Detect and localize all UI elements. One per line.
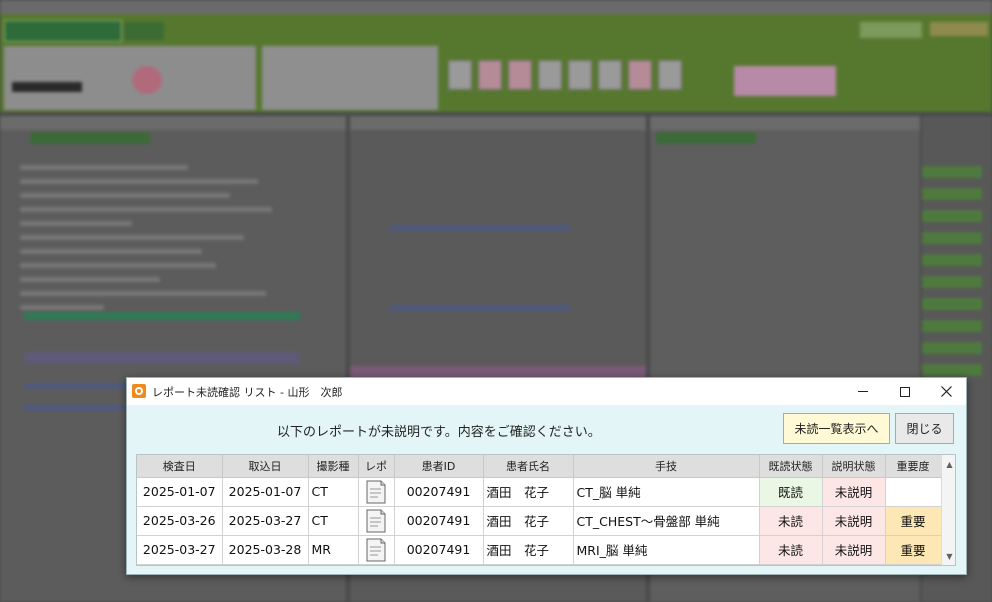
procedure-cell: CT_CHEST〜骨盤部 単純 [573,506,760,536]
scroll-up-icon[interactable]: ▲ [942,457,955,472]
bg-link-line [390,226,570,230]
bg-panel-header [0,116,346,130]
column-header[interactable]: 説明状態 [822,455,886,478]
bg-header-button [930,22,988,36]
bg-staff-icon [478,60,502,90]
read-status-cell: 未読 [759,506,823,536]
bg-alert-box [734,66,836,96]
report-cell[interactable] [358,535,395,565]
column-header[interactable]: レポ [358,455,395,478]
bg-memo-card [262,46,438,110]
close-button[interactable]: 閉じる [895,413,954,444]
exam-date-cell: 2025-03-27 [137,535,223,565]
explain-status-cell: 未説明 [822,506,886,536]
dialog-titlebar: レポート未読確認 リスト - 山形 次郎 [127,378,966,405]
modality-cell: MR [308,535,359,565]
bg-staff-icon [568,60,592,90]
table-row[interactable]: 2025-03-27 2025-03-28 MR 00207491 酒田 花子 … [137,535,942,565]
dialog-message: 以下のレポートが未説明です。内容をご確認ください。 [277,425,601,440]
report-document-icon[interactable] [365,480,387,504]
table-row[interactable]: 2025-03-26 2025-03-27 CT 00207491 酒田 花子 … [137,506,942,536]
exam-date-cell: 2025-03-26 [137,506,223,536]
column-header[interactable]: 手技 [573,455,760,478]
minimize-icon [858,391,868,392]
scroll-down-icon[interactable]: ▼ [942,549,955,564]
modality-cell: CT [308,477,359,507]
exam-date-cell: 2025-01-07 [137,477,223,507]
modality-cell: CT [308,506,359,536]
patient-name-cell: 酒田 花子 [483,506,574,536]
bg-header-button [860,22,922,38]
patient-name-cell: 酒田 花子 [483,477,574,507]
read-status-cell: 既読 [759,477,823,507]
bg-staff-icon [598,60,622,90]
procedure-cell: CT_脳 単純 [573,477,760,507]
bg-text-lines [20,156,300,319]
column-header[interactable]: 重要度 [885,455,942,478]
bg-selection-bar [24,312,300,320]
importance-cell: 重要 [885,506,942,536]
patient-id-cell: 00207491 [394,506,484,536]
patient-name-cell: 酒田 花子 [483,535,574,565]
app-icon [132,384,146,398]
column-header[interactable]: 既読状態 [759,455,823,478]
close-window-button[interactable] [926,378,966,405]
bg-title-tab [4,20,122,42]
maximize-button[interactable] [885,378,925,405]
bg-staff-icon [628,60,652,90]
vertical-scrollbar[interactable]: ▲ ▼ [941,455,955,565]
bg-staff-icon [508,60,532,90]
import-date-cell: 2025-03-28 [222,535,309,565]
column-header[interactable]: 検査日 [137,455,223,478]
dialog-title: レポート未読確認 リスト - 山形 次郎 [152,386,343,399]
report-table: 検査日 取込日 撮影種 レポ 患者ID 患者氏名 手技 既読状態 説明状態 重要… [136,454,956,566]
patient-id-cell: 00207491 [394,535,484,565]
bg-patient-name-block [12,82,82,92]
bg-title-tab-secondary [124,22,164,40]
bg-link-line [390,306,570,310]
minimize-button[interactable] [843,378,883,405]
bg-section-bar [24,352,300,364]
table-header-row: 検査日 取込日 撮影種 レポ 患者ID 患者氏名 手技 既読状態 説明状態 重要… [137,455,942,478]
bg-panel-header [350,116,646,130]
importance-cell [885,477,942,507]
column-header[interactable]: 撮影種 [308,455,359,478]
column-header[interactable]: 取込日 [222,455,309,478]
column-header[interactable]: 患者ID [394,455,484,478]
report-document-icon[interactable] [365,538,387,562]
report-cell[interactable] [358,477,395,507]
explain-status-cell: 未説明 [822,477,886,507]
bg-patient-photo [132,66,162,94]
report-cell[interactable] [358,506,395,536]
importance-cell: 重要 [885,535,942,565]
bg-staff-icon [538,60,562,90]
import-date-cell: 2025-03-27 [222,506,309,536]
bg-staff-icon [448,60,472,90]
close-icon [940,386,952,397]
bg-panel-header [650,116,920,130]
show-unread-list-button[interactable]: 未読一覧表示へ [783,413,890,444]
bg-top-bar [0,0,992,14]
bg-panel-tab [30,132,150,144]
maximize-icon [900,386,910,397]
import-date-cell: 2025-01-07 [222,477,309,507]
patient-id-cell: 00207491 [394,477,484,507]
bg-staff-icons [448,60,682,90]
table-row[interactable]: 2025-01-07 2025-01-07 CT 00207491 酒田 花子 … [137,477,942,507]
bg-side-buttons [922,166,982,386]
read-status-cell: 未読 [759,535,823,565]
explain-status-cell: 未説明 [822,535,886,565]
procedure-cell: MRI_脳 単純 [573,535,760,565]
column-header[interactable]: 患者氏名 [483,455,574,478]
bg-staff-icon [658,60,682,90]
report-document-icon[interactable] [365,509,387,533]
bg-panel-tab [656,132,756,144]
report-unread-dialog: レポート未読確認 リスト - 山形 次郎 以下のレポートが未説明です。内容をご確… [126,377,967,575]
bg-patient-card [4,46,256,110]
